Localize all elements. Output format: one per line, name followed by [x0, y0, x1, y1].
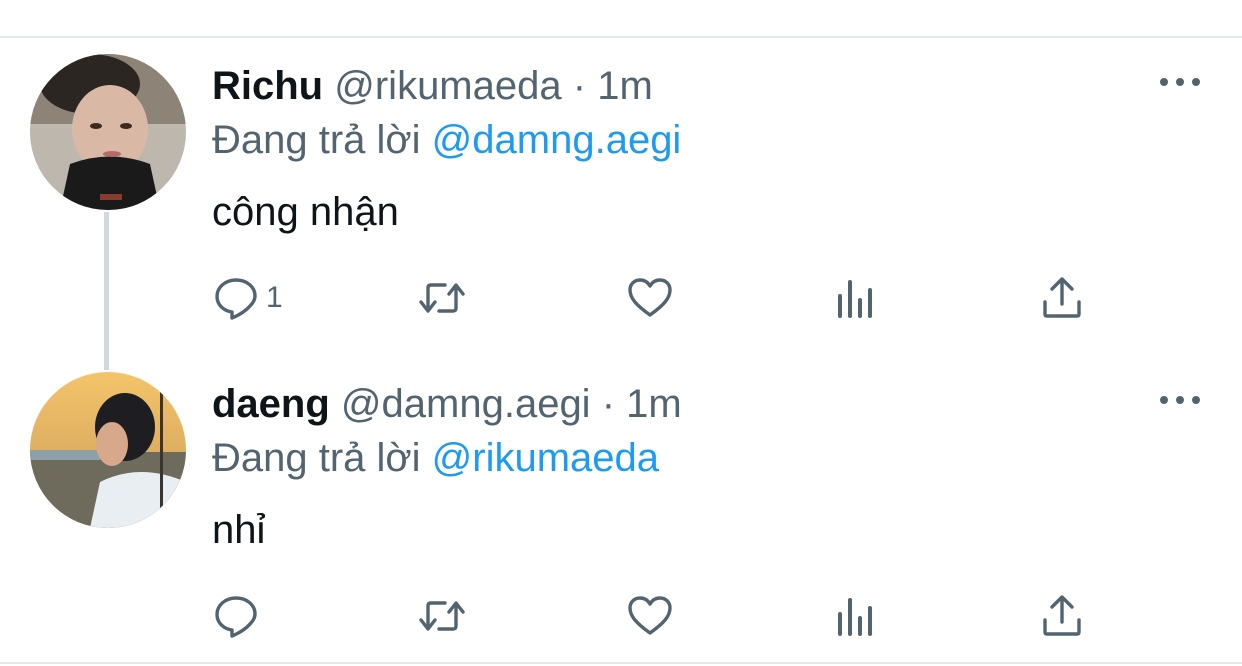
- user-avatar-photo-icon: [30, 54, 186, 210]
- tweet-text: nhỉ: [212, 508, 266, 552]
- views-button[interactable]: [832, 592, 880, 640]
- retweet-icon: [419, 283, 465, 313]
- mention-link[interactable]: @damng.aegi: [432, 118, 682, 162]
- retweet-button[interactable]: [418, 274, 466, 322]
- user-avatar-photo-icon: [30, 372, 186, 528]
- timestamp[interactable]: 1m: [626, 382, 682, 426]
- reply-icon: [215, 278, 257, 320]
- avatar[interactable]: [30, 372, 186, 528]
- more-options-button[interactable]: [1156, 70, 1204, 94]
- tweet[interactable]: Richu @rikumaeda · 1m Đang trả lời @damn…: [0, 38, 1242, 368]
- like-button[interactable]: [626, 274, 674, 322]
- retweet-icon: [419, 601, 465, 631]
- more-options-button[interactable]: [1156, 388, 1204, 412]
- heart-icon: [628, 596, 672, 635]
- views-icon: [838, 280, 872, 318]
- replying-to: Đang trả lời @damng.aegi: [212, 116, 681, 164]
- retweet-button[interactable]: [418, 592, 466, 640]
- separator-dot: ·: [601, 382, 616, 426]
- reply-button[interactable]: [212, 592, 266, 640]
- action-bar: [0, 586, 1242, 646]
- replying-to: Đang trả lời @rikumaeda: [212, 434, 659, 482]
- timestamp[interactable]: 1m: [597, 64, 653, 108]
- reply-count: 1: [266, 281, 283, 314]
- reply-icon: [215, 596, 257, 638]
- share-icon: [1043, 277, 1081, 318]
- more-dots-icon: [1160, 78, 1168, 86]
- mention-link[interactable]: @rikumaeda: [432, 436, 659, 480]
- user-handle[interactable]: @damng.aegi: [341, 382, 591, 426]
- display-name[interactable]: daeng: [212, 382, 330, 426]
- tweet-text: công nhận: [212, 190, 399, 234]
- share-button[interactable]: [1038, 592, 1086, 640]
- tweet-header: Richu @rikumaeda · 1m: [212, 62, 653, 110]
- more-dots-icon: [1192, 78, 1200, 86]
- tweet[interactable]: daeng @damng.aegi · 1m Đang trả lời @rik…: [0, 368, 1242, 662]
- separator-dot: ·: [572, 64, 587, 108]
- replying-to-label: Đang trả lời: [212, 436, 421, 480]
- display-name[interactable]: Richu: [212, 64, 323, 108]
- more-dots-icon: [1176, 396, 1184, 404]
- more-dots-icon: [1160, 396, 1168, 404]
- bottom-divider: [0, 662, 1242, 664]
- replying-to-label: Đang trả lời: [212, 118, 421, 162]
- views-button[interactable]: [832, 274, 880, 322]
- like-button[interactable]: [626, 592, 674, 640]
- action-bar: 1: [0, 268, 1242, 328]
- share-icon: [1043, 595, 1081, 636]
- avatar[interactable]: [30, 54, 186, 210]
- reply-button[interactable]: 1: [212, 274, 283, 322]
- tweet-header: daeng @damng.aegi · 1m: [212, 380, 682, 428]
- user-handle[interactable]: @rikumaeda: [334, 64, 561, 108]
- more-dots-icon: [1192, 396, 1200, 404]
- heart-icon: [628, 278, 672, 317]
- more-dots-icon: [1176, 78, 1184, 86]
- views-icon: [838, 598, 872, 636]
- share-button[interactable]: [1038, 274, 1086, 322]
